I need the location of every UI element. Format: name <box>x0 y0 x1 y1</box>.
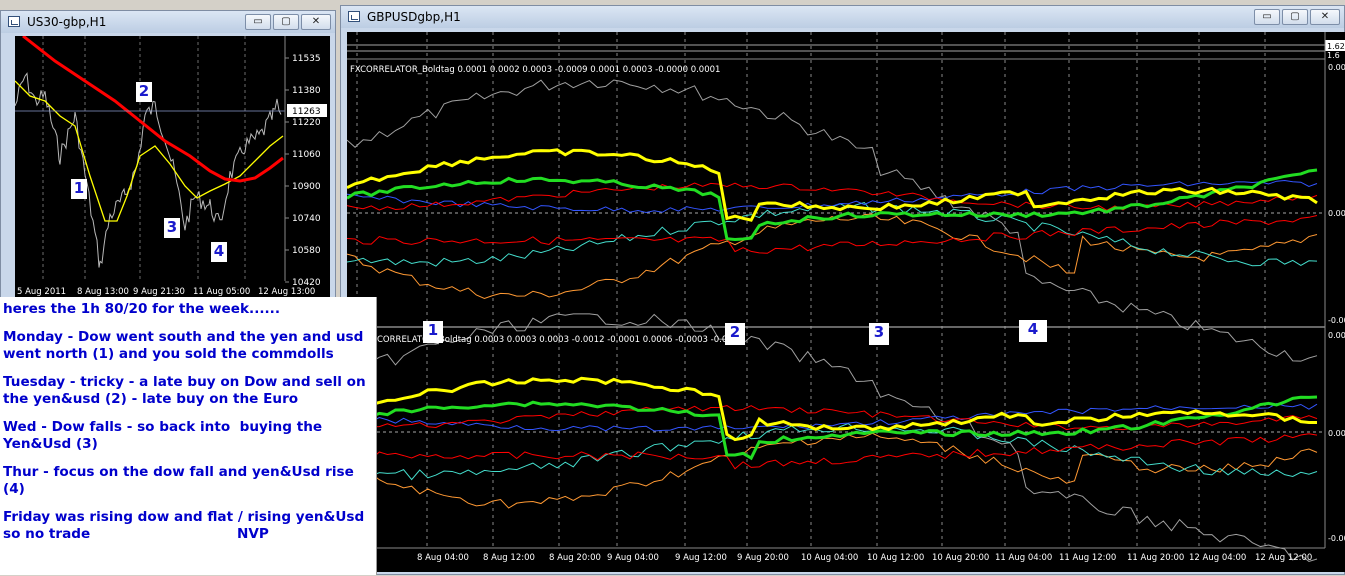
current-price-label: 11263 <box>292 107 321 117</box>
us30-marker-1: 1 <box>71 179 87 199</box>
price-tick-label: 10900 <box>292 182 321 192</box>
ind2-scale-zero: 0.00 <box>1328 429 1345 438</box>
indicator-line <box>346 432 1318 509</box>
time-tick-label: 9 Aug 12:00 <box>675 553 727 563</box>
us30-marker-3: 3 <box>164 218 180 238</box>
time-tick-label: 11 Aug 04:00 <box>995 553 1052 563</box>
indicator-line <box>346 201 1318 267</box>
time-tick-label: 10 Aug 04:00 <box>801 553 858 563</box>
time-tick-label: 9 Aug 21:30 <box>133 287 185 297</box>
time-tick-label: 10 Aug 20:00 <box>932 553 989 563</box>
indicator-line <box>346 433 1318 470</box>
price-tick-label: 11220 <box>292 118 321 128</box>
note-line: Friday was rising dow and flat / rising … <box>3 509 365 542</box>
ind1-scale-bottom: -0.00 <box>1328 316 1345 325</box>
indicator-line <box>346 403 1318 432</box>
us30-chart-window[interactable]: US30-gbp,H1 ▭ ▢ ✕ 11535 11380 11220 11060 10… <box>0 10 336 300</box>
us30-marker-4: 4 <box>211 242 227 262</box>
us30-chart-area[interactable]: 11535 11380 11220 11060 10900 10740 10580 10420… <box>14 34 330 299</box>
time-tick-label: 5 Aug 2011 <box>17 287 66 297</box>
us30-marker-2: 2 <box>136 82 152 102</box>
gbpusd-marker-3: 3 <box>869 323 889 345</box>
price-tick-label: 10580 <box>292 246 321 256</box>
price-label-1: 1.62 <box>1327 42 1345 51</box>
time-tick-label: 8 Aug 04:00 <box>417 553 469 563</box>
gbpusd-window-title: GBPUSDgbp,H1 <box>367 10 461 24</box>
indicator-line <box>346 148 1318 222</box>
chart-window-icon <box>8 16 20 27</box>
gbpusd-chart-window[interactable]: GBPUSDgbp,H1 ▭ ▢ ✕ 1.62 1.6 FXCORRELATOR… <box>340 5 1345 575</box>
time-tick-label: 11 Aug 20:00 <box>1127 553 1184 563</box>
close-button[interactable]: ✕ <box>1310 9 1340 25</box>
maximize-button[interactable]: ▢ <box>1282 9 1308 25</box>
gbpusd-indicator-chart: 1.62 1.6 FXCORRELATOR_Boldtag 0.0001 0.0… <box>346 32 1345 563</box>
time-tick-label: 8 Aug 20:00 <box>549 553 601 563</box>
time-tick-label: 12 Aug 13:00 <box>258 287 315 297</box>
indicator-line <box>346 376 1318 442</box>
minimize-button[interactable]: ▭ <box>1254 9 1280 25</box>
ind2-scale-top: 0.00 <box>1328 331 1345 340</box>
trade-notes-box: heres the 1h 80/20 for the week...... Mo… <box>0 297 377 575</box>
indicator-line <box>346 313 1318 563</box>
indicator-line <box>346 215 1318 254</box>
price-line <box>14 72 282 268</box>
gbpusd-marker-2: 2 <box>725 323 745 345</box>
note-line: Tuesday - tricky - a late buy on Dow and… <box>3 374 366 407</box>
time-tick-label: 11 Aug 12:00 <box>1059 553 1116 563</box>
time-tick-label: 9 Aug 20:00 <box>737 553 789 563</box>
price-tick-label: 11060 <box>292 150 321 160</box>
note-line: Thur - focus on the dow fall and yen&Usd… <box>3 464 359 497</box>
ind1-scale-top: 0.00 <box>1328 63 1345 72</box>
price-label-2: 1.6 <box>1327 51 1340 60</box>
gbpusd-marker-1: 1 <box>423 321 443 343</box>
price-tick-label: 11535 <box>292 54 321 64</box>
indicator1-label: FXCORRELATOR_Boldtag 0.0001 0.0002 0.000… <box>350 65 720 75</box>
note-line: heres the 1h 80/20 for the week...... <box>3 301 281 317</box>
time-tick-label: 12 Aug 04:00 <box>1189 553 1246 563</box>
time-tick-label: 9 Aug 04:00 <box>607 553 659 563</box>
note-line: Monday - Dow went south and the yen and … <box>3 329 364 362</box>
ind1-scale-zero: 0.00 <box>1328 209 1345 218</box>
price-tick-label: 11380 <box>292 86 321 96</box>
indicator-line <box>346 79 1318 362</box>
gbpusd-titlebar[interactable]: GBPUSDgbp,H1 ▭ ▢ ✕ <box>341 6 1344 28</box>
time-tick-label: 12 Aug 12:00 <box>1255 553 1312 563</box>
ind2-scale-bottom: -0.00 <box>1328 534 1345 543</box>
time-tick-label: 8 Aug 13:00 <box>77 287 129 297</box>
time-tick-label: 11 Aug 05:00 <box>193 287 250 297</box>
time-tick-label: 10 Aug 12:00 <box>867 553 924 563</box>
chart-window-icon <box>348 11 360 22</box>
maximize-button[interactable]: ▢ <box>273 14 299 30</box>
gbpusd-chart-area[interactable]: 1.62 1.6 FXCORRELATOR_Boldtag 0.0001 0.0… <box>346 32 1345 572</box>
time-tick-label: 8 Aug 12:00 <box>483 553 535 563</box>
fast-ma-line <box>14 80 284 222</box>
slow-ma-line <box>22 34 284 183</box>
us30-window-title: US30-gbp,H1 <box>27 15 107 29</box>
us30-titlebar[interactable]: US30-gbp,H1 ▭ ▢ ✕ <box>1 11 335 33</box>
close-button[interactable]: ✕ <box>301 14 331 30</box>
minimize-button[interactable]: ▭ <box>245 14 271 30</box>
note-line: Wed - Dow falls - so back into buying th… <box>3 419 323 452</box>
us30-price-chart: 1153511380112201106010900107401058010420… <box>14 34 327 297</box>
gbpusd-marker-4: 4 <box>1019 320 1047 342</box>
price-tick-label: 10740 <box>292 214 321 224</box>
